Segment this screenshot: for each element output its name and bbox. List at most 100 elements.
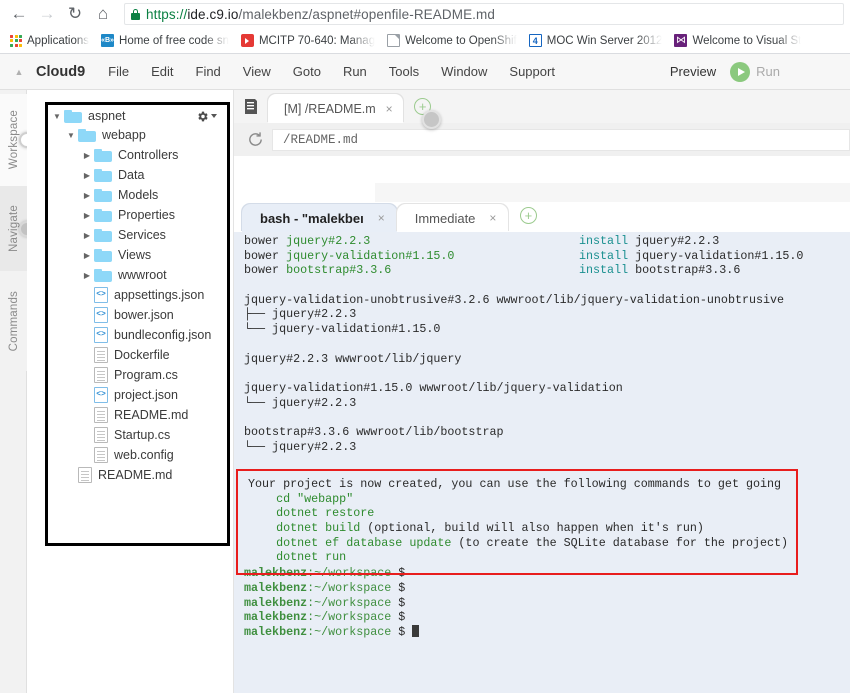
file-icon	[78, 467, 92, 483]
tree-row[interactable]: Properties	[48, 205, 227, 225]
terminal-line: jquery#2.2.3 wwwroot/lib/jquery	[244, 351, 462, 366]
code-file-icon	[94, 327, 108, 343]
chevron-right-icon[interactable]	[80, 211, 94, 220]
editor-tabbar: [M] /README.m × +	[234, 90, 850, 129]
preview-button[interactable]: Preview	[670, 64, 716, 79]
menu-run[interactable]: Run	[332, 64, 378, 79]
close-icon[interactable]: ×	[378, 211, 385, 225]
bookmark-openshift[interactable]: Welcome to OpenShif	[383, 30, 525, 52]
tab-readme[interactable]: [M] /README.m ×	[268, 94, 403, 123]
terminal-tabbar: bash - "malekbeı × Immediate × +	[234, 202, 850, 232]
menu-find[interactable]: Find	[185, 64, 232, 79]
editor-pathbar: /README.md	[234, 123, 850, 156]
chevron-down-icon[interactable]	[64, 131, 78, 140]
bookmark-label: Welcome to Visual St	[692, 34, 802, 47]
chevron-down-icon[interactable]	[211, 114, 217, 118]
file-tree[interactable]: aspnet webapp Controllers Data Models Proper…	[45, 102, 230, 546]
chevron-right-icon[interactable]	[80, 231, 94, 240]
tree-row[interactable]: Views	[48, 245, 227, 265]
tree-row[interactable]: Data	[48, 165, 227, 185]
tree-item-label: webapp	[102, 128, 146, 142]
back-icon[interactable]: ←	[6, 1, 32, 27]
chevron-right-icon[interactable]	[80, 171, 94, 180]
close-icon[interactable]: ×	[386, 102, 393, 116]
main-panel: [M] /README.m × + /README.md bash - "mal…	[234, 90, 850, 693]
menu-support[interactable]: Support	[498, 64, 566, 79]
chevron-right-icon[interactable]	[80, 191, 94, 200]
bookmark-blogger[interactable]: «B» Home of free code sn	[97, 30, 237, 52]
bookmark-visual-studio[interactable]: ⋈ Welcome to Visual St	[670, 30, 809, 52]
sidebar-item-commands[interactable]: Commands	[0, 271, 27, 371]
tree-row[interactable]: bower.json	[48, 305, 227, 325]
splitter-handle[interactable]	[422, 110, 441, 129]
tab-bash[interactable]: bash - "malekbeı ×	[242, 204, 397, 232]
address-bar[interactable]: https://ide.c9.io/malekbenz/aspnet#openf…	[124, 3, 844, 25]
tree-row[interactable]: Startup.cs	[48, 425, 227, 445]
terminal-prompt: malekbenz:~/workspace $	[244, 595, 413, 610]
file-icon	[94, 367, 108, 383]
close-icon[interactable]: ×	[489, 211, 496, 225]
folder-icon	[94, 168, 112, 182]
bookmark-mcitp[interactable]: MCITP 70-640: Manag	[237, 30, 383, 52]
terminal-output[interactable]: bower jquery#2.2.3 bower jquery-validatio…	[234, 232, 850, 693]
folder-icon	[94, 228, 112, 242]
tree-row[interactable]: Services	[48, 225, 227, 245]
chevron-right-icon[interactable]	[80, 151, 94, 160]
menu-window[interactable]: Window	[430, 64, 498, 79]
tree-row[interactable]: Program.cs	[48, 365, 227, 385]
add-terminal-button[interactable]: +	[514, 199, 542, 232]
tree-row[interactable]: appsettings.json	[48, 285, 227, 305]
tree-row[interactable]: Controllers	[48, 145, 227, 165]
tree-row[interactable]: webapp	[48, 125, 227, 145]
chevron-down-icon[interactable]	[50, 112, 64, 121]
bookmark-moc[interactable]: 4 MOC Win Server 2012	[525, 30, 671, 52]
tree-item-label: Models	[118, 188, 159, 202]
tree-item-label: README.md	[114, 408, 189, 422]
sidebar-item-workspace[interactable]: Workspace	[0, 94, 35, 186]
forward-icon[interactable]: →	[34, 1, 60, 27]
terminal-line: └── jquery#2.2.3	[244, 395, 357, 410]
menu-file[interactable]: File	[97, 64, 140, 79]
editor-content-area[interactable]	[234, 156, 850, 202]
home-icon[interactable]: ⌂	[90, 1, 116, 27]
tree-row[interactable]: web.config	[48, 445, 227, 465]
bookmark-label: Home of free code sn	[119, 34, 229, 47]
collapse-caret-icon[interactable]: ▲	[8, 67, 30, 77]
reload-icon[interactable]: ↻	[62, 1, 88, 27]
chevron-right-icon[interactable]	[80, 251, 94, 260]
run-button[interactable]: Run	[730, 61, 780, 82]
tree-row[interactable]: Models	[48, 185, 227, 205]
menu-edit[interactable]: Edit	[140, 64, 184, 79]
tree-rows: webapp Controllers Data Models Properties Ser…	[48, 125, 227, 485]
highlight-box: Your project is now created, you can use…	[236, 469, 798, 576]
folder-icon	[94, 248, 112, 262]
tree-row-root[interactable]: aspnet	[48, 105, 227, 125]
file-path-field[interactable]: /README.md	[272, 128, 850, 151]
sidebar-item-navigate[interactable]: Navigate	[0, 186, 35, 271]
tab-immediate[interactable]: Immediate ×	[396, 204, 509, 232]
highlight-lines: Your project is now created, you can use…	[238, 471, 796, 573]
reload-icon[interactable]	[238, 131, 272, 148]
terminal-line: └── jquery-validation#1.15.0	[244, 322, 441, 337]
tree-row[interactable]: bundleconfig.json	[48, 325, 227, 345]
highlight-line: dotnet run	[276, 550, 347, 565]
gear-icon[interactable]	[196, 110, 223, 123]
menu-goto[interactable]: Goto	[282, 64, 332, 79]
menu-view[interactable]: View	[232, 64, 282, 79]
terminal-right-column: install jquery#2.2.3 install jquery-valid…	[579, 234, 803, 278]
outline-icon[interactable]	[234, 90, 268, 123]
tree-row[interactable]: README.md	[48, 465, 227, 485]
tree-item-label: bundleconfig.json	[114, 328, 212, 342]
tree-row[interactable]: README.md	[48, 405, 227, 425]
chevron-right-icon[interactable]	[80, 271, 94, 280]
menu-tools[interactable]: Tools	[378, 64, 430, 79]
tree-row[interactable]: wwwroot	[48, 265, 227, 285]
tree-item-label: aspnet	[88, 109, 126, 123]
tree-row[interactable]: project.json	[48, 385, 227, 405]
bookmark-applications[interactable]: Applications	[6, 30, 97, 52]
cloud9-brand[interactable]: Cloud9	[30, 64, 97, 80]
code-file-icon	[94, 387, 108, 403]
tree-row[interactable]: Dockerfile	[48, 345, 227, 365]
tree-item-label: Dockerfile	[114, 348, 170, 362]
